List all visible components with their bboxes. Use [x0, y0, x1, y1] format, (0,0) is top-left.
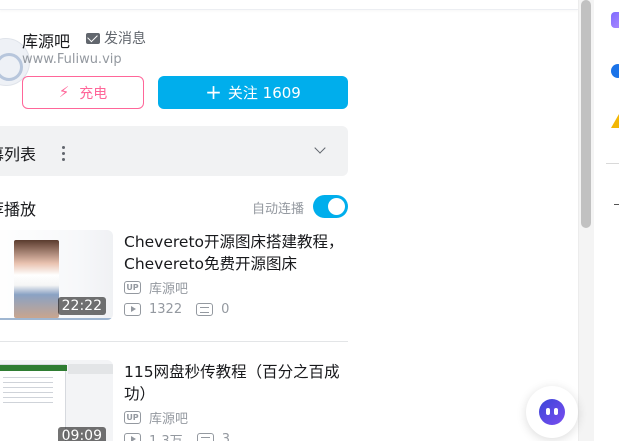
autoplay-toggle[interactable]	[313, 195, 348, 218]
playlist-title: 幕列表	[0, 145, 37, 164]
video-card[interactable]: 09:09 115网盘秒传教程（百分之百成功） UP 库源吧 1.3万 3	[0, 360, 348, 441]
plus-icon: +	[205, 79, 222, 104]
video-page: 库源吧 发消息 www.Fuliwu.vip ⚡ 充电 + 关注 1609 幕列…	[0, 0, 619, 441]
up-name[interactable]: 库源吧	[22, 28, 70, 52]
video-duration: 22:22	[57, 297, 106, 315]
video-owner[interactable]: UP 库源吧	[124, 408, 188, 427]
thumbnail-photo	[14, 240, 59, 318]
assistant-icon	[539, 399, 565, 425]
recommend-title: 荐播放	[0, 200, 37, 219]
video-stats: 1.3万 3	[124, 430, 230, 441]
video-thumbnail[interactable]: 22:22	[0, 230, 113, 320]
scrollbar-thumb[interactable]	[581, 0, 591, 228]
video-stats: 1322 0	[124, 302, 229, 317]
extension-icon[interactable]	[611, 64, 619, 78]
playlist-header[interactable]	[0, 126, 348, 176]
danmaku-icon	[196, 303, 214, 316]
follow-button[interactable]: + 关注 1609	[158, 76, 348, 109]
rail-divider	[606, 163, 619, 164]
up-description: www.Fuliwu.vip	[22, 52, 122, 67]
video-owner-name: 库源吧	[149, 412, 189, 427]
video-owner-name: 库源吧	[149, 282, 189, 297]
view-count: 1322	[149, 302, 183, 317]
video-title[interactable]: Chevereto开源图床搭建教程，Chevereto免费开源图床	[124, 231, 348, 275]
charge-button[interactable]: ⚡ 充电	[22, 76, 144, 109]
up-badge-icon: UP	[124, 281, 141, 294]
more-vertical-icon[interactable]	[55, 141, 71, 165]
view-count: 1.3万	[149, 430, 183, 441]
video-owner[interactable]: UP 库源吧	[124, 278, 188, 297]
danmaku-icon	[196, 433, 214, 441]
bolt-icon: ⚡	[58, 83, 70, 101]
video-thumbnail[interactable]: 09:09	[0, 360, 113, 441]
play-count-icon	[124, 303, 141, 316]
play-count-icon	[124, 433, 141, 441]
up-badge-icon: UP	[124, 411, 141, 424]
video-duration: 09:09	[57, 427, 106, 441]
assistant-button[interactable]	[526, 386, 578, 438]
follow-label: 关注 1609	[227, 84, 301, 102]
danmaku-count: 3	[221, 432, 230, 441]
thumbnail-toolbar	[68, 364, 113, 374]
rail-dash	[614, 204, 619, 205]
charge-label: 充电	[79, 85, 108, 102]
send-message-button[interactable]: 发消息	[86, 28, 146, 48]
star-icon[interactable]	[611, 114, 619, 128]
video-card[interactable]: 22:22 Chevereto开源图床搭建教程，Chevereto免费开源图床 …	[0, 230, 348, 342]
chevron-down-icon[interactable]	[312, 140, 330, 162]
mail-icon	[86, 32, 100, 44]
top-divider	[0, 0, 578, 10]
thumbnail-spreadsheet	[0, 364, 67, 441]
video-title[interactable]: 115网盘秒传教程（百分之百成功）	[124, 361, 348, 405]
thumbnail-progress	[0, 318, 113, 320]
autoplay-label: 自动连播	[252, 202, 305, 217]
send-message-label: 发消息	[104, 31, 146, 47]
danmaku-count: 0	[221, 302, 230, 317]
app-icon[interactable]	[611, 12, 619, 28]
